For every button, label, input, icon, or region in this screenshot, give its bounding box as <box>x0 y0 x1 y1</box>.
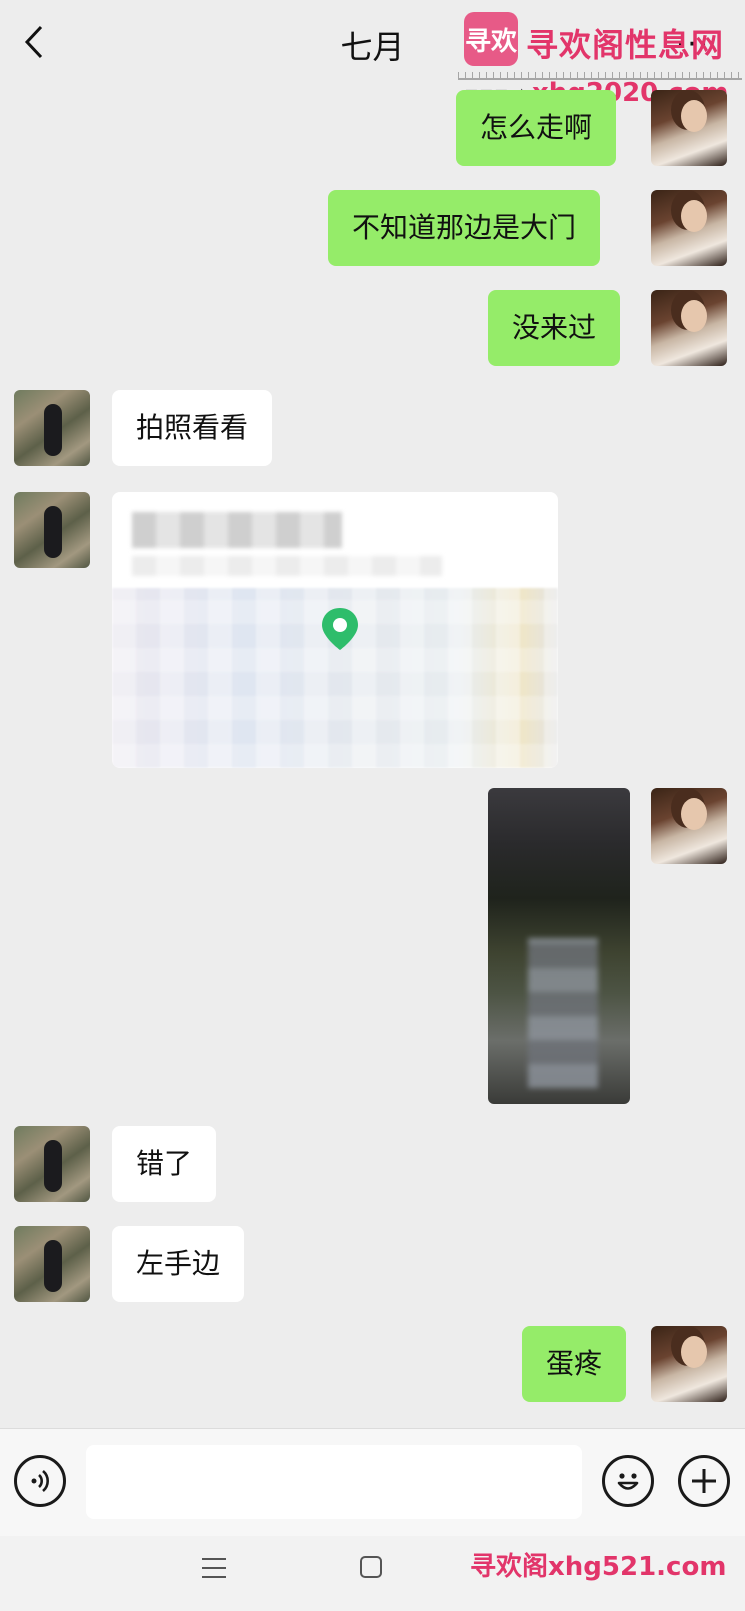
message-bubble-me[interactable]: 没来过 <box>488 290 621 366</box>
message-bubble-contact[interactable]: 拍照看看 <box>112 390 273 466</box>
avatar-me[interactable] <box>651 90 727 166</box>
message-bubble-contact[interactable]: 左手边 <box>112 1226 245 1302</box>
video-thumbnail[interactable] <box>488 788 630 1104</box>
plus-button[interactable] <box>678 1455 730 1507</box>
avatar-contact[interactable] <box>14 390 90 466</box>
avatar-me[interactable] <box>651 190 727 266</box>
emoji-button[interactable] <box>602 1455 654 1507</box>
message-bubble-me[interactable]: 不知道那边是大门 <box>328 190 601 266</box>
system-nav-bar: 寻欢阁xhg521.com <box>0 1536 745 1611</box>
avatar-contact[interactable] <box>14 492 90 568</box>
more-icon: ··· <box>675 26 711 62</box>
avatar-contact[interactable] <box>14 1226 90 1302</box>
message-input[interactable] <box>86 1445 582 1519</box>
message-bubble-me[interactable]: 怎么走啊 <box>456 90 617 166</box>
voice-icon <box>31 1470 49 1492</box>
more-button[interactable]: ··· <box>669 24 717 64</box>
watermark-bottom: 寻欢阁xhg521.com <box>470 1552 727 1582</box>
avatar-me[interactable] <box>651 1326 727 1402</box>
message-bubble-contact[interactable]: 错了 <box>112 1126 217 1202</box>
plus-icon <box>692 1469 716 1493</box>
chat-header: 七月 ··· <box>0 0 745 84</box>
avatar-me[interactable] <box>651 290 727 366</box>
map-pin-icon <box>322 608 358 650</box>
location-title-redacted <box>132 512 342 548</box>
emoji-icon <box>617 1473 639 1490</box>
location-card[interactable] <box>112 492 558 768</box>
chat-title: 七月 <box>340 28 405 66</box>
avatar-me[interactable] <box>651 788 727 864</box>
input-bar <box>0 1428 745 1536</box>
nav-menu-icon[interactable] <box>202 1558 226 1578</box>
voice-button[interactable] <box>14 1455 66 1507</box>
nav-home-icon[interactable] <box>360 1556 382 1578</box>
avatar-contact[interactable] <box>14 1126 90 1202</box>
location-address-redacted <box>132 556 442 576</box>
message-bubble-me[interactable]: 蛋疼 <box>522 1326 627 1402</box>
